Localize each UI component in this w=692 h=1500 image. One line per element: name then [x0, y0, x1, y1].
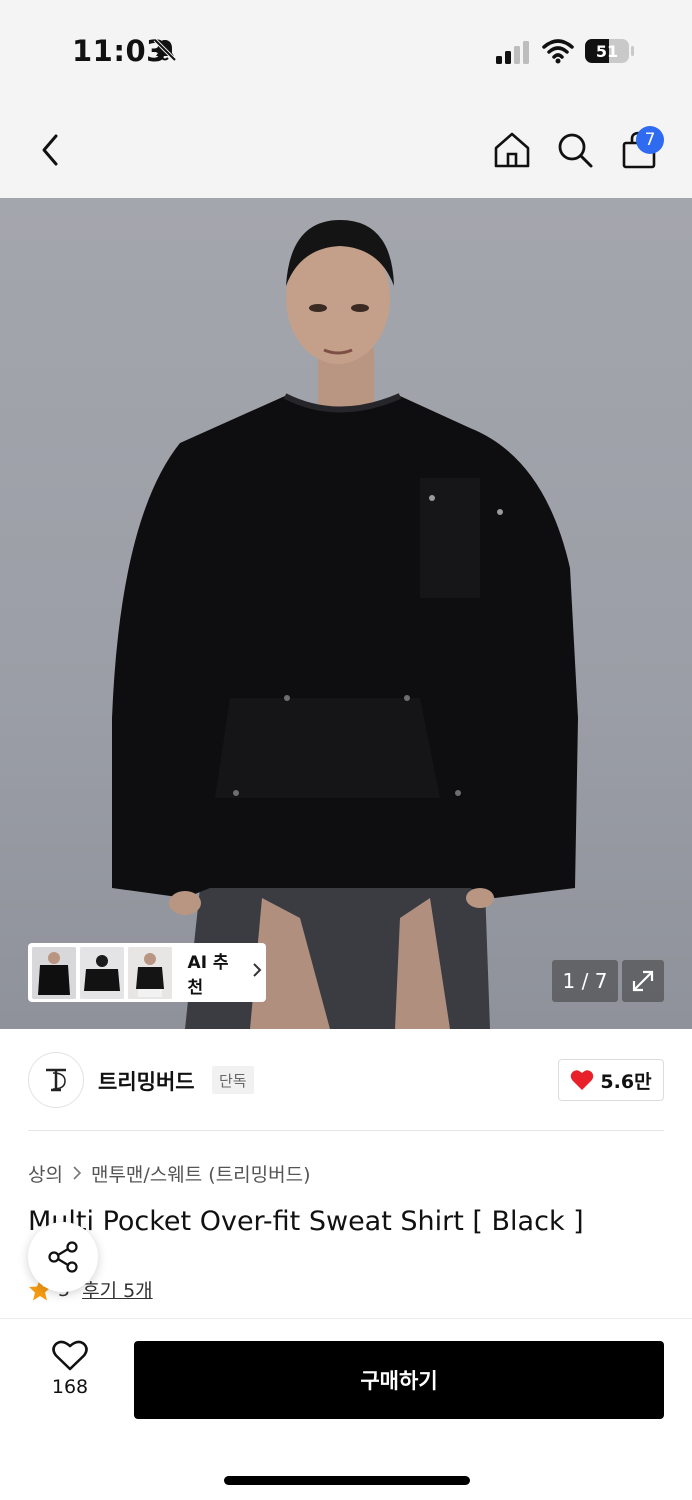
battery-level: 51 — [595, 41, 619, 61]
product-title: Multi Pocket Over-fit Sweat Shirt [ Blac… — [28, 1206, 584, 1237]
cellular-signal-icon — [496, 41, 529, 64]
recommendation-thumbnail — [32, 946, 76, 999]
silent-bell-icon — [153, 38, 177, 62]
heart-filled-icon — [571, 1070, 594, 1090]
brand-name[interactable]: 트리밍버드 — [98, 1066, 195, 1096]
ai-recommendation-card[interactable]: AI 추천 — [28, 943, 266, 1002]
brand-row[interactable]: 트리밍버드 단독 5.6만 — [28, 1052, 664, 1110]
search-button[interactable] — [553, 128, 597, 172]
wishlist-count: 168 — [51, 1376, 89, 1398]
ai-recommendation-label: AI 추천 — [187, 952, 229, 998]
divider — [28, 1130, 664, 1131]
home-button[interactable] — [490, 128, 534, 172]
brand-logo[interactable] — [28, 1052, 84, 1108]
wishlist-button[interactable]: 168 — [40, 1340, 100, 1418]
share-icon — [48, 1241, 78, 1273]
expand-icon — [632, 970, 654, 992]
breadcrumb: 상의 맨투맨/스웨트 (트리밍버드) — [28, 1160, 311, 1187]
breadcrumb-subcategory[interactable]: 맨투맨/스웨트 (트리밍버드) — [91, 1160, 311, 1187]
heart-outline-icon — [52, 1340, 88, 1371]
chevron-right-icon — [73, 1163, 82, 1185]
home-icon — [494, 132, 530, 168]
back-button[interactable] — [28, 128, 72, 172]
product-image[interactable] — [0, 198, 692, 1029]
chevron-left-icon — [42, 134, 58, 166]
wifi-icon — [542, 39, 574, 64]
recommendation-thumbnail — [127, 946, 172, 999]
model-photo — [112, 220, 578, 1029]
battery-icon: 51 — [584, 38, 636, 64]
exclusive-badge: 단독 — [212, 1066, 254, 1094]
buy-button[interactable]: 구매하기 — [134, 1341, 664, 1419]
cart-count-badge: 7 — [636, 126, 664, 154]
top-navigation — [0, 100, 692, 198]
status-bar: 11:03 51 — [0, 0, 692, 100]
brand-like-count: 5.6만 — [600, 1070, 652, 1093]
breadcrumb-category[interactable]: 상의 — [28, 1160, 63, 1187]
chevron-right-icon — [252, 962, 262, 983]
home-indicator — [224, 1476, 470, 1485]
expand-image-button[interactable] — [622, 960, 664, 1002]
search-icon — [558, 133, 593, 168]
image-page-counter: 1 / 7 — [552, 960, 618, 1002]
brand-like-button[interactable]: 5.6만 — [558, 1059, 664, 1101]
recommendation-thumbnail — [79, 946, 124, 999]
review-link[interactable]: 후기 5개 — [82, 1276, 153, 1303]
share-button[interactable] — [28, 1222, 98, 1292]
